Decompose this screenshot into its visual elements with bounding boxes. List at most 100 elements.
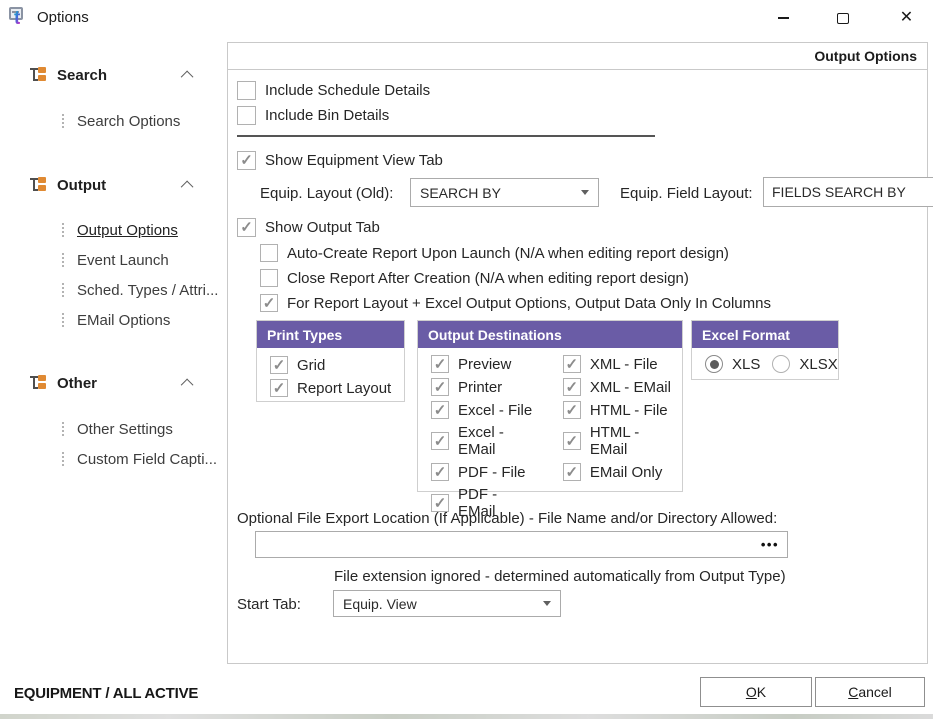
data-only-columns-checkbox[interactable]: ✓ [260, 294, 278, 312]
include-bin-details-row[interactable]: ✓ Include Bin Details [237, 106, 389, 125]
checkbox-label: Report Layout [297, 380, 391, 397]
excel-file-row[interactable]: ✓ Excel - File [431, 401, 537, 419]
close-report-checkbox[interactable]: ✓ [260, 269, 278, 287]
xml-file-checkbox[interactable]: ✓ [563, 355, 581, 373]
include-schedule-details-row[interactable]: ✓ Include Schedule Details [237, 81, 430, 100]
browse-ellipsis-icon[interactable]: ••• [761, 537, 779, 552]
html-email-row[interactable]: ✓ HTML - EMail [563, 424, 672, 458]
cancel-button[interactable]: Cancel [815, 677, 925, 707]
sidebar-section-output[interactable]: Output [30, 174, 193, 196]
checkbox-label: Grid [297, 357, 325, 374]
printer-checkbox[interactable]: ✓ [431, 378, 449, 396]
sidebar-item-custom-field-captions[interactable]: Custom Field Capti... [62, 448, 222, 470]
desktop-edge [0, 714, 933, 719]
close-icon: ✕ [900, 10, 913, 26]
show-output-tab-checkbox[interactable]: ✓ [237, 218, 256, 237]
excel-file-checkbox[interactable]: ✓ [431, 401, 449, 419]
minimize-button[interactable] [760, 0, 806, 36]
section-label: Output [57, 177, 106, 194]
maximize-button[interactable] [820, 0, 866, 36]
chevron-up-icon[interactable] [181, 180, 194, 193]
equip-layout-label: Equip. Layout (Old): [260, 184, 393, 202]
app-icon-letter: t [14, 8, 20, 30]
export-location-input[interactable]: ••• [255, 531, 788, 558]
sidebar-section-other[interactable]: Other [30, 372, 193, 394]
sidebar-item-other-settings[interactable]: Other Settings [62, 418, 222, 440]
report-layout-row[interactable]: ✓ Report Layout [270, 379, 394, 397]
preview-checkbox[interactable]: ✓ [431, 355, 449, 373]
close-button[interactable]: ✕ [880, 0, 933, 36]
dropdown-arrow-icon [543, 601, 551, 606]
pdf-file-checkbox[interactable]: ✓ [431, 463, 449, 481]
xls-radio[interactable] [705, 355, 723, 373]
data-only-columns-row[interactable]: ✓ For Report Layout + Excel Output Optio… [260, 294, 771, 312]
check-icon: ✓ [434, 465, 447, 480]
printer-row[interactable]: ✓ Printer [431, 378, 537, 396]
output-destinations-group: Output Destinations ✓ Preview ✓ Printer … [417, 320, 683, 492]
grip-dots-icon [62, 223, 65, 237]
excel-email-row[interactable]: ✓ Excel - EMail [431, 424, 537, 458]
xls-option[interactable]: XLS [705, 355, 760, 373]
start-tab-select[interactable]: Equip. View [333, 590, 561, 617]
html-email-checkbox[interactable]: ✓ [563, 432, 581, 450]
print-types-header: Print Types [257, 321, 404, 348]
check-icon: ✓ [566, 403, 579, 418]
output-destinations-header: Output Destinations [418, 321, 682, 348]
chevron-up-icon[interactable] [181, 70, 194, 83]
grid-row[interactable]: ✓ Grid [270, 356, 394, 374]
include-bin-details-checkbox[interactable]: ✓ [237, 106, 256, 125]
sidebar-item-label: Other Settings [77, 421, 173, 438]
maximize-icon [837, 13, 849, 24]
html-file-row[interactable]: ✓ HTML - File [563, 401, 672, 419]
checkbox-label: EMail Only [590, 464, 663, 481]
equip-field-layout-label: Equip. Field Layout: [620, 184, 753, 202]
close-report-row[interactable]: ✓ Close Report After Creation (N/A when … [260, 269, 689, 287]
ok-button[interactable]: OK [700, 677, 812, 707]
xml-email-row[interactable]: ✓ XML - EMail [563, 378, 672, 396]
chevron-up-icon[interactable] [181, 378, 194, 391]
xlsx-radio[interactable] [772, 355, 790, 373]
grip-dots-icon [62, 283, 65, 297]
report-layout-checkbox[interactable]: ✓ [270, 379, 288, 397]
show-equipment-view-tab-row[interactable]: ✓ Show Equipment View Tab [237, 151, 443, 170]
checkbox-label: Excel - EMail [458, 424, 537, 458]
show-equipment-view-tab-checkbox[interactable]: ✓ [237, 151, 256, 170]
check-icon: ✓ [240, 220, 253, 235]
email-only-row[interactable]: ✓ EMail Only [563, 463, 672, 481]
equip-field-layout-input[interactable]: FIELDS SEARCH BY [763, 177, 933, 207]
equip-layout-select[interactable]: SEARCH BY [410, 178, 599, 207]
auto-create-report-checkbox[interactable]: ✓ [260, 244, 278, 262]
preview-row[interactable]: ✓ Preview [431, 355, 537, 373]
pdf-file-row[interactable]: ✓ PDF - File [431, 463, 537, 481]
sidebar-item-label: Event Launch [77, 252, 169, 269]
check-icon: ✓ [566, 434, 579, 449]
xlsx-option[interactable]: XLSX [772, 355, 837, 373]
grip-dots-icon [62, 422, 65, 436]
window-title: Options [37, 9, 89, 26]
options-dialog: t Options ✕ Search Search Options Output… [0, 0, 933, 719]
email-only-checkbox[interactable]: ✓ [563, 463, 581, 481]
xml-file-row[interactable]: ✓ XML - File [563, 355, 672, 373]
start-tab-value: Equip. View [343, 596, 417, 612]
sidebar-item-search-options[interactable]: Search Options [62, 110, 222, 132]
xml-email-checkbox[interactable]: ✓ [563, 378, 581, 396]
sidebar-item-output-options[interactable]: Output Options [62, 219, 222, 241]
sidebar-item-email-options[interactable]: EMail Options [62, 309, 222, 331]
check-icon: ✓ [566, 380, 579, 395]
checkbox-label: Preview [458, 356, 511, 373]
tree-icon [30, 375, 47, 391]
include-schedule-details-checkbox[interactable]: ✓ [237, 81, 256, 100]
panel-header: Output Options [227, 42, 928, 70]
grip-dots-icon [62, 452, 65, 466]
excel-email-checkbox[interactable]: ✓ [431, 432, 449, 450]
sidebar-item-sched-types[interactable]: Sched. Types / Attri... [62, 279, 222, 301]
equip-field-layout-value: FIELDS SEARCH BY [772, 184, 906, 200]
auto-create-report-row[interactable]: ✓ Auto-Create Report Upon Launch (N/A wh… [260, 244, 729, 262]
checkbox-label: XML - EMail [590, 379, 671, 396]
sidebar-item-event-launch[interactable]: Event Launch [62, 249, 222, 271]
grid-checkbox[interactable]: ✓ [270, 356, 288, 374]
sidebar-section-search[interactable]: Search [30, 64, 193, 86]
checkbox-label: HTML - File [590, 402, 668, 419]
show-output-tab-row[interactable]: ✓ Show Output Tab [237, 218, 380, 237]
html-file-checkbox[interactable]: ✓ [563, 401, 581, 419]
